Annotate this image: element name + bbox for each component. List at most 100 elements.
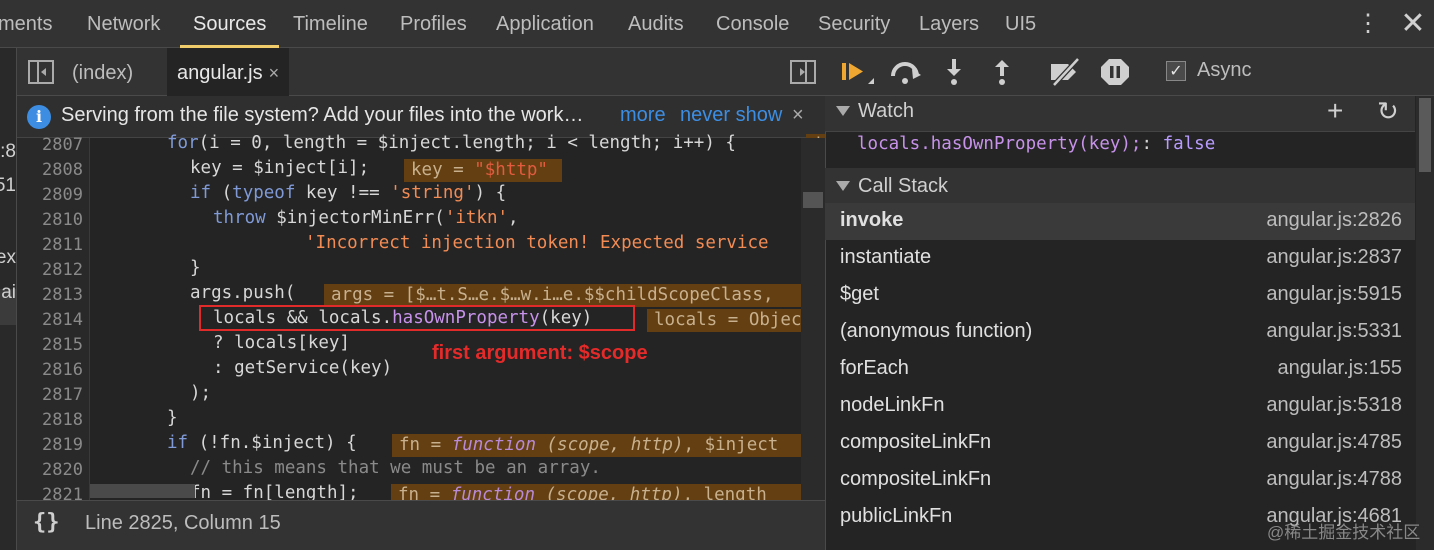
line-number[interactable]: 2819	[17, 435, 83, 455]
add-watch-icon[interactable]: +	[1327, 96, 1343, 126]
code-line[interactable]: args.push(	[190, 283, 295, 303]
resume-icon[interactable]	[840, 56, 874, 88]
code-line[interactable]: : getService(key)	[213, 358, 392, 378]
call-frame[interactable]: $get angular.js:5915	[825, 277, 1415, 314]
annotation-token: locals = Object	[654, 310, 813, 330]
line-number[interactable]: 2813	[17, 285, 83, 305]
code-token: for	[167, 133, 199, 153]
info-more-link[interactable]: more	[620, 104, 666, 127]
step-over-icon[interactable]	[888, 56, 922, 88]
line-number[interactable]: 2810	[17, 210, 83, 230]
watch-expression[interactable]: locals.hasOwnProperty(key);: false	[857, 134, 1215, 154]
line-number[interactable]: 2817	[17, 385, 83, 405]
code-line[interactable]: if (typeof key !== 'string') {	[190, 183, 506, 203]
code-line[interactable]: }	[190, 258, 201, 278]
step-into-icon[interactable]	[937, 56, 971, 88]
call-frame[interactable]: compositeLinkFn angular.js:4785	[825, 425, 1415, 462]
async-checkbox[interactable]: ✓	[1166, 61, 1186, 81]
tab-layers[interactable]: Layers	[919, 0, 979, 48]
call-frame[interactable]: compositeLinkFn angular.js:4788	[825, 462, 1415, 499]
watch-expression-text: locals.hasOwnProperty(key);	[857, 134, 1142, 154]
pretty-print-icon[interactable]: {}	[33, 510, 60, 535]
navigator-item[interactable]: nai	[0, 282, 16, 304]
watch-expand-icon[interactable]	[836, 106, 850, 116]
code-line[interactable]: }	[167, 408, 178, 428]
call-frame-location[interactable]: angular.js:2837	[1266, 246, 1402, 269]
deactivate-breakpoints-icon[interactable]	[1048, 56, 1082, 88]
toggle-debugger-icon[interactable]	[790, 60, 816, 84]
inline-value-annotation[interactable]: key = "$http"	[404, 159, 562, 182]
navigator-item[interactable]: t:8	[0, 141, 16, 163]
line-number[interactable]: 2807	[17, 135, 83, 155]
inline-value-annotation[interactable]: args = [$…t.S…e.$…w.i…e.$$childScopeClas…	[324, 284, 825, 307]
call-frame[interactable]: instantiate angular.js:2837	[825, 240, 1415, 277]
code-token: args.push(	[190, 283, 296, 303]
navigator-item[interactable]: lex	[0, 247, 16, 269]
inline-value-annotation[interactable]: fn = function (scope, http), $inject	[392, 434, 825, 457]
call-frame-location[interactable]: angular.js:4788	[1266, 468, 1402, 491]
step-out-icon[interactable]	[985, 56, 1019, 88]
sidebar-scrollbar[interactable]	[1416, 96, 1434, 550]
line-number[interactable]: 2811	[17, 235, 83, 255]
tab-console[interactable]: Console	[716, 0, 789, 48]
call-frame[interactable]: forEach angular.js:155	[825, 351, 1415, 388]
editor-vertical-scrollbar[interactable]	[801, 138, 825, 500]
code-line[interactable]: key = $inject[i];	[190, 158, 369, 178]
code-token: );	[190, 383, 212, 403]
tab-elements[interactable]: ments	[0, 0, 52, 48]
annotation-token: fn =	[399, 435, 452, 455]
file-tab-index[interactable]: (index)	[72, 48, 133, 96]
line-number[interactable]: 2812	[17, 260, 83, 280]
annotation-token: , $inject	[683, 435, 779, 455]
line-number[interactable]: 2818	[17, 410, 83, 430]
scroll-thumb[interactable]	[803, 192, 823, 208]
code-token: // this means that we must be an array.	[190, 458, 601, 478]
tab-audits[interactable]: Audits	[628, 0, 684, 48]
call-frame[interactable]: (anonymous function) angular.js:5331	[825, 314, 1415, 351]
tab-ui5[interactable]: UI5	[1005, 0, 1036, 48]
inline-value-annotation[interactable]: locals = Object	[647, 309, 825, 332]
info-close-icon[interactable]: ×	[792, 104, 804, 127]
tab-network[interactable]: Network	[87, 0, 160, 48]
highlight-box	[199, 305, 635, 331]
watermark: @稀土掘金技术社区	[1267, 523, 1421, 542]
call-frame-location[interactable]: angular.js:4785	[1266, 431, 1402, 454]
call-frame-location[interactable]: angular.js:5318	[1266, 394, 1402, 417]
call-frame[interactable]: nodeLinkFn angular.js:5318	[825, 388, 1415, 425]
line-number[interactable]: 2809	[17, 185, 83, 205]
tab-security[interactable]: Security	[818, 0, 890, 48]
code-line[interactable]: 'Incorrect injection token! Expected ser…	[305, 233, 769, 253]
line-number[interactable]: 2816	[17, 360, 83, 380]
file-tab-angular[interactable]: angular.js ×	[167, 48, 290, 96]
line-number[interactable]: 2820	[17, 460, 83, 480]
info-never-show-link[interactable]: never show	[680, 104, 782, 127]
line-number[interactable]: 2814	[17, 310, 83, 330]
more-options-icon[interactable]: ⋮	[1356, 9, 1380, 39]
call-frame-location[interactable]: angular.js:155	[1277, 357, 1402, 380]
scroll-thumb[interactable]	[1419, 98, 1431, 172]
call-frame-location[interactable]: angular.js:5915	[1266, 283, 1402, 306]
code-line[interactable]: for(i = 0, length = $inject.length; i < …	[167, 133, 736, 153]
call-stack-expand-icon[interactable]	[836, 181, 850, 191]
tab-timeline[interactable]: Timeline	[293, 0, 368, 48]
code-line[interactable]: throw $injectorMinErr('itkn',	[213, 208, 519, 228]
tab-sources[interactable]: Sources	[179, 0, 280, 48]
code-line[interactable]: // this means that we must be an array.	[190, 458, 601, 478]
navigator-item[interactable]: 51	[0, 175, 16, 197]
call-frame-location[interactable]: angular.js:2826	[1266, 209, 1402, 232]
call-frame-location[interactable]: angular.js:5331	[1266, 320, 1402, 343]
editor-horizontal-scrollbar[interactable]	[90, 484, 195, 498]
tab-application[interactable]: Application	[496, 0, 594, 48]
code-line[interactable]: ? locals[key]	[213, 333, 350, 353]
close-tab-icon[interactable]: ×	[269, 63, 280, 83]
call-frame[interactable]: invoke angular.js:2826	[825, 203, 1415, 240]
refresh-watch-icon[interactable]: ↻	[1377, 96, 1399, 126]
line-number[interactable]: 2815	[17, 335, 83, 355]
tab-profiles[interactable]: Profiles	[400, 0, 467, 48]
pause-on-exceptions-icon[interactable]	[1098, 56, 1132, 88]
toggle-navigator-icon[interactable]	[28, 60, 54, 84]
code-line[interactable]: if (!fn.$inject) {	[167, 433, 357, 453]
code-line[interactable]: );	[190, 383, 211, 403]
line-number[interactable]: 2808	[17, 160, 83, 180]
close-icon[interactable]: ✕	[1398, 7, 1428, 41]
